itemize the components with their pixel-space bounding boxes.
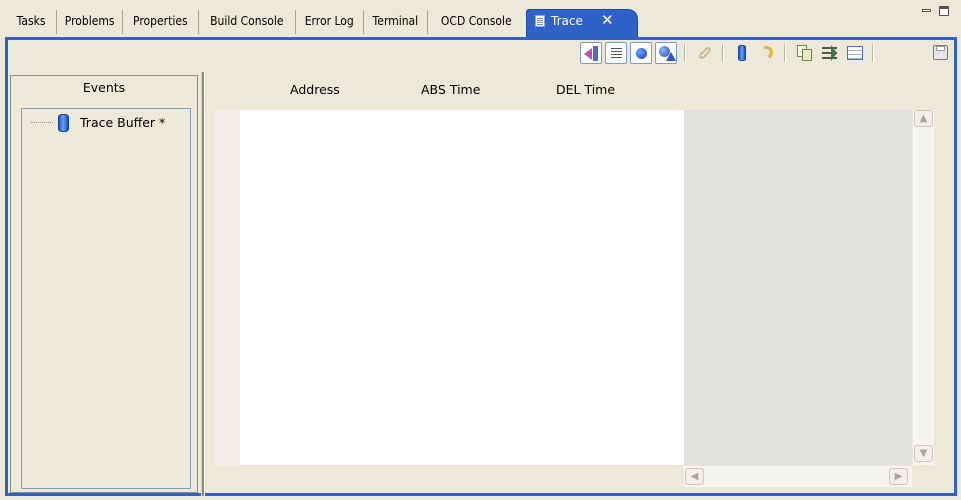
minimize-icon[interactable]	[921, 5, 933, 15]
copy-button[interactable]	[794, 42, 816, 64]
toolbar-separator	[684, 44, 686, 62]
column-header-del-time[interactable]: DEL Time	[556, 80, 615, 100]
tab-ocd-console[interactable]: OCD Console	[428, 10, 525, 34]
table-view-icon	[847, 46, 863, 60]
close-tab-icon[interactable]: ✕	[601, 11, 614, 29]
tab-properties[interactable]: Properties	[123, 10, 199, 34]
events-tree[interactable]	[21, 108, 191, 489]
tree-item-trace-buffer[interactable]: Trace Buffer *	[80, 115, 165, 131]
tab-label: Tasks	[16, 14, 46, 28]
link-button[interactable]	[694, 42, 716, 64]
scroll-left-icon[interactable]: ◀	[685, 468, 704, 485]
buffer-button[interactable]	[731, 42, 753, 64]
tab-tasks[interactable]: Tasks	[6, 10, 57, 34]
trace-view-icon	[535, 15, 545, 27]
horizontal-scrollbar[interactable]: ◀ ▶	[684, 465, 912, 487]
events-header: Events	[82, 80, 126, 95]
save-button[interactable]	[930, 42, 952, 64]
trace-gutter	[214, 110, 240, 465]
record-button[interactable]	[630, 42, 652, 64]
tab-problems[interactable]: Problems	[57, 10, 123, 34]
refresh-icon	[758, 44, 775, 61]
link-icon	[697, 45, 713, 61]
tab-label: Terminal	[372, 14, 419, 28]
tab-label: OCD Console	[441, 14, 512, 28]
import-trace-icon	[584, 48, 592, 60]
tab-label: Problems	[64, 14, 115, 28]
tab-trace[interactable]: Trace ✕	[526, 9, 638, 37]
tab-label: Error Log	[304, 14, 355, 28]
tab-terminal[interactable]: Terminal	[364, 10, 428, 34]
tab-build-console[interactable]: Build Console	[199, 10, 296, 34]
scroll-up-icon[interactable]: ▲	[914, 110, 933, 127]
column-header-abs-time[interactable]: ABS Time	[421, 80, 480, 100]
table-view-button[interactable]	[844, 42, 866, 64]
trace-listing-empty	[684, 110, 912, 465]
tree-connector	[31, 122, 53, 123]
scroll-down-icon[interactable]: ▼	[914, 445, 933, 462]
maximize-icon[interactable]	[938, 5, 950, 17]
filter-button[interactable]	[819, 42, 841, 64]
record-icon	[636, 48, 647, 59]
database-icon	[58, 114, 69, 132]
refresh-button[interactable]	[756, 42, 778, 64]
tab-trace-label: Trace	[551, 14, 583, 28]
list-view-icon	[611, 48, 622, 49]
view-tab-bar: Tasks Problems Properties Build Console …	[0, 0, 961, 38]
buffer-icon	[738, 45, 746, 61]
tab-label: Build Console	[210, 14, 284, 28]
list-view-button[interactable]	[605, 42, 627, 64]
vertical-scrollbar[interactable]: ▲ ▼	[912, 110, 934, 465]
toolbar-separator	[722, 44, 724, 62]
import-trace-button[interactable]	[580, 42, 602, 64]
pane-splitter[interactable]	[201, 72, 205, 496]
toolbar-separator	[784, 44, 786, 62]
toolbar-separator	[872, 44, 874, 62]
scroll-right-icon[interactable]: ▶	[889, 468, 908, 485]
tab-label: Properties	[133, 14, 188, 28]
trace-listing[interactable]	[240, 110, 684, 465]
tab-error-log[interactable]: Error Log	[296, 10, 364, 34]
trigger-setup-button[interactable]	[655, 42, 677, 64]
column-header-address[interactable]: Address	[290, 80, 340, 100]
